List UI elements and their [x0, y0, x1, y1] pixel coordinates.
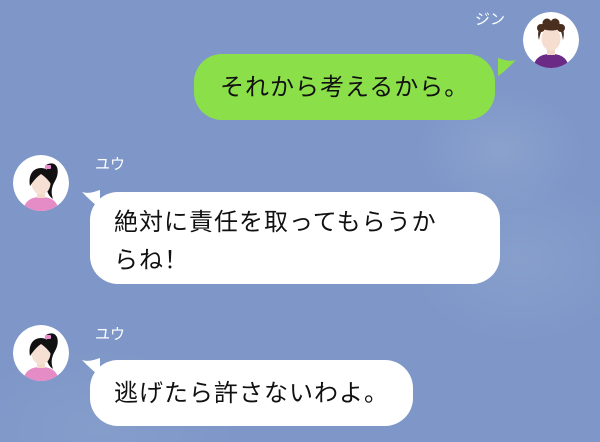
outgoing-bubble-tail: [498, 58, 516, 76]
avatar-yuu-icon[interactable]: [13, 155, 69, 211]
message-text: それから考えるから。: [220, 73, 470, 101]
message-text-line-2: らね！: [114, 246, 189, 274]
incoming-message-bubble[interactable]: 絶対に責任を取ってもらうか らね！: [90, 192, 500, 284]
outgoing-message-bubble[interactable]: それから考えるから。: [194, 54, 496, 120]
chat-background: ジン それから考えるから。 ユウ 絶対に責任を取ってもらうか らね！ ユウ 逃げ…: [0, 0, 600, 442]
message-text: 逃げたら許さないわよ。: [114, 379, 389, 407]
sender-name-jin: ジン: [475, 10, 506, 28]
message-text-line-1: 絶対に責任を取ってもらうか: [114, 208, 437, 236]
sender-name-yuu: ユウ: [95, 325, 126, 343]
sender-name-yuu: ユウ: [95, 155, 126, 173]
avatar-yuu-icon[interactable]: [13, 325, 69, 381]
incoming-message-bubble[interactable]: 逃げたら許さないわよ。: [90, 360, 413, 426]
avatar-jin-icon[interactable]: [523, 12, 579, 68]
